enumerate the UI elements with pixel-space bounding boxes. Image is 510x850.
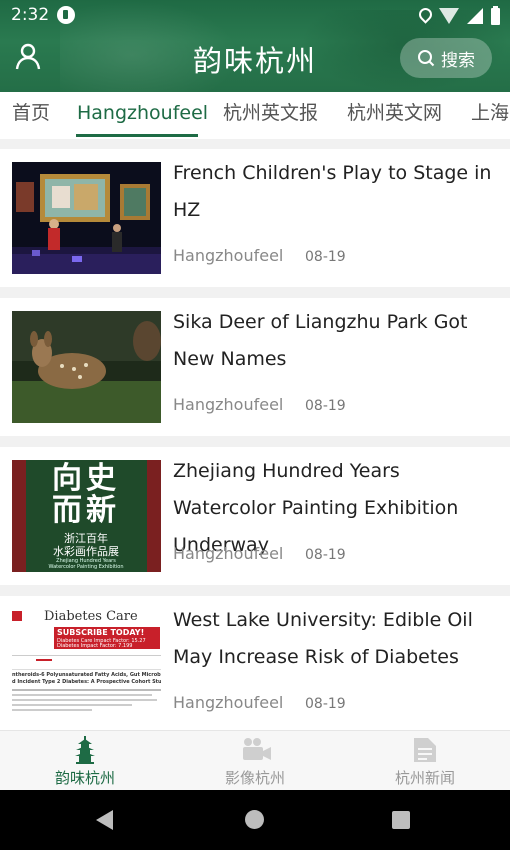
- nav-label: 韵味杭州: [54, 769, 115, 787]
- list-item[interactable]: French Children's Play to Stage in HZ Ha…: [0, 149, 510, 287]
- poster-subtitle: 水彩画作品展: [53, 545, 119, 558]
- list-item[interactable]: Diabetes Care SUBSCRIBE TODAY! Diabetes …: [0, 596, 510, 734]
- status-bar: 2:32: [0, 0, 510, 32]
- journal-name: Diabetes Care: [44, 609, 138, 624]
- active-tab-indicator: [76, 134, 198, 137]
- nav-item-yingxiang-hangzhou[interactable]: 影像杭州: [170, 731, 340, 791]
- journal-banner: SUBSCRIBE TODAY!: [57, 628, 145, 637]
- tab-hangzhou-english-paper[interactable]: 杭州英文报: [223, 92, 318, 138]
- journal-heading: d Incident Type 2 Diabetes: A Prospectiv…: [12, 679, 161, 685]
- poster-subtitle: 浙江百年: [64, 532, 108, 545]
- location-icon: [419, 8, 431, 24]
- search-label: 搜索: [441, 50, 475, 71]
- article-source: Hangzhoufeel: [173, 693, 284, 712]
- article-title: Sika Deer of Liangzhu Park Got New Names: [173, 311, 468, 370]
- article-date: 08-19: [305, 696, 346, 712]
- nav-label: 杭州新闻: [394, 769, 455, 787]
- status-icons: [419, 5, 500, 26]
- nav-item-hangzhou-news[interactable]: 杭州新闻: [340, 731, 510, 791]
- list-item[interactable]: Sika Deer of Liangzhu Park Got New Names…: [0, 298, 510, 436]
- search-icon: [417, 49, 435, 67]
- tab-hangzhoufeel[interactable]: Hangzhoufeel: [77, 92, 208, 138]
- back-icon[interactable]: [96, 810, 113, 830]
- article-date: 08-19: [305, 547, 346, 563]
- recent-apps-icon[interactable]: [392, 811, 410, 829]
- system-navigation-bar: [0, 790, 510, 850]
- tab-shanghai[interactable]: 上海: [471, 92, 509, 138]
- item-separator: [0, 287, 510, 298]
- poster-title-line2: 而新: [52, 493, 120, 528]
- article-thumbnail: [12, 162, 161, 274]
- tabs-separator: [0, 139, 510, 149]
- article-thumbnail: Diabetes Care SUBSCRIBE TODAY! Diabetes …: [12, 609, 161, 721]
- wifi-icon: [439, 8, 459, 24]
- item-separator: [0, 585, 510, 596]
- article-date: 08-19: [305, 398, 346, 414]
- document-icon: [412, 736, 438, 764]
- article-thumbnail: [12, 311, 161, 423]
- tab-home[interactable]: 首页: [12, 92, 50, 138]
- search-button[interactable]: 搜索: [400, 38, 492, 78]
- article-source: Hangzhoufeel: [173, 395, 284, 414]
- poster-title-line1: 向史: [52, 461, 120, 496]
- article-title: West Lake University: Edible Oil May Inc…: [173, 609, 473, 668]
- bottom-navigation: 韵味杭州 影像杭州 杭州新闻: [0, 730, 510, 791]
- user-icon[interactable]: [14, 42, 42, 70]
- status-time: 2:32: [11, 5, 50, 25]
- signal-icon: [467, 8, 483, 24]
- app-notification-icon: [57, 6, 75, 24]
- item-separator: [0, 436, 510, 447]
- article-title: French Children's Play to Stage in HZ: [173, 162, 492, 221]
- home-icon[interactable]: [245, 810, 264, 829]
- category-tabs: 首页 Hangzhoufeel 杭州英文报 杭州英文网 上海: [0, 92, 510, 138]
- video-camera-icon: [242, 736, 271, 764]
- journal-banner-text: Diabetes Impact Factor: 7.199: [57, 643, 133, 649]
- battery-icon: [491, 5, 500, 25]
- nav-item-yunwei-hangzhou[interactable]: 韵味杭州: [0, 731, 170, 791]
- list-item[interactable]: 向史 而新 浙江百年 水彩画作品展 Zhejiang Hundred Years…: [0, 447, 510, 585]
- pagoda-icon: [72, 736, 98, 764]
- article-date: 08-19: [305, 249, 346, 265]
- journal-heading: ntheroids-6 Polyunsaturated Fatty Acids,…: [12, 672, 161, 678]
- tab-hangzhou-english-web[interactable]: 杭州英文网: [347, 92, 442, 138]
- poster-subtitle-en: Watercolor Painting Exhibition: [48, 564, 124, 570]
- article-source: Hangzhoufeel: [173, 544, 284, 563]
- article-source: Hangzhoufeel: [173, 246, 284, 265]
- nav-label: 影像杭州: [224, 769, 285, 787]
- article-thumbnail: 向史 而新 浙江百年 水彩画作品展 Zhejiang Hundred Years…: [12, 460, 161, 572]
- app-header: 2:32 韵味杭州 搜索: [0, 0, 510, 92]
